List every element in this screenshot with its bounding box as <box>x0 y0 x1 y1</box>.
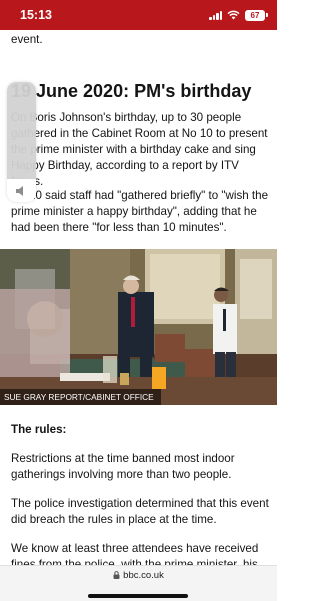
speaker-icon <box>16 186 23 196</box>
section-heading: 19 June 2020: PM's birthday <box>11 81 252 101</box>
lock-icon <box>113 571 120 579</box>
paragraph-2: No 10 said staff had "gathered briefly" … <box>11 189 269 234</box>
article-photo: SUE GRAY REPORT/CABINET OFFICE <box>0 249 277 405</box>
battery-indicator: 67 <box>245 9 268 21</box>
paragraph-1: On Boris Johnson's birthday, up to 30 pe… <box>11 111 268 188</box>
signal-icon <box>209 10 222 20</box>
photo-scene <box>0 249 277 405</box>
status-icons: 67 <box>209 9 268 21</box>
paragraph-4: The police investigation determined that… <box>11 497 269 526</box>
home-indicator[interactable] <box>88 594 188 598</box>
wifi-icon <box>227 10 240 20</box>
previous-paragraph-end: event. <box>11 33 43 46</box>
url-display[interactable]: bbc.co.uk <box>0 570 277 581</box>
rules-heading: The rules: <box>11 423 67 436</box>
url-text: bbc.co.uk <box>123 570 164 581</box>
status-bar: 15:13 67 <box>0 0 277 30</box>
paragraph-3: Restrictions at the time banned most ind… <box>11 452 235 481</box>
volume-slider[interactable] <box>7 82 36 202</box>
status-time: 15:13 <box>20 8 52 22</box>
browser-address-bar[interactable]: bbc.co.uk <box>0 565 277 601</box>
photo-credit: SUE GRAY REPORT/CABINET OFFICE <box>0 389 161 405</box>
